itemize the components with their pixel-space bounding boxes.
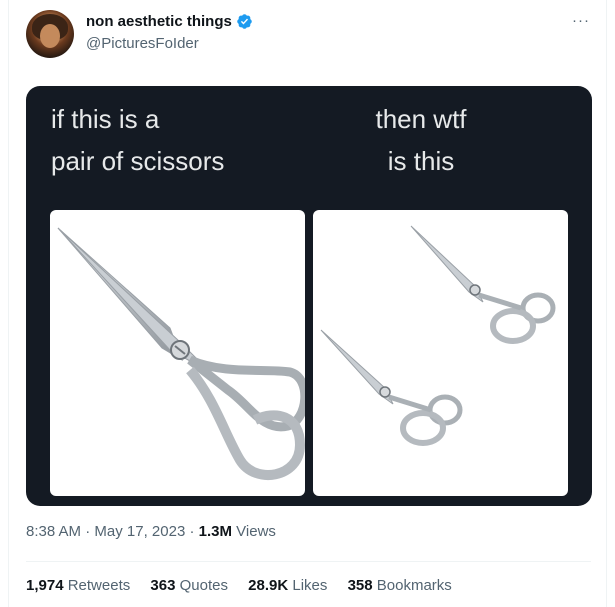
stat-label: Bookmarks (376, 577, 452, 594)
media-caption-left: if this is a pair of scissors (51, 98, 291, 182)
author-name[interactable]: non aesthetic things (86, 13, 232, 30)
scissors-image-pair (313, 210, 568, 496)
tweet-meta: 8:38 AM · May 17, 2023 · 1.3M Views (26, 523, 276, 540)
author-handle[interactable]: @PicturesFoIder (86, 35, 199, 52)
stat-retweets[interactable]: 1,974 Retweets (26, 577, 130, 594)
tweet: non aesthetic things @PicturesFoIder ···… (0, 0, 615, 607)
meta-separator: · (85, 523, 95, 540)
left-border (8, 0, 9, 607)
views-count: 1.3M (198, 523, 232, 540)
meta-separator: · (189, 523, 199, 540)
two-scissors-icon (320, 225, 556, 446)
caption-right-line-1: then wtf (375, 104, 467, 134)
scissors-image-large (50, 210, 305, 496)
caption-left-line-1: if this is a (51, 104, 160, 134)
stat-quotes[interactable]: 363 Quotes (150, 577, 228, 594)
stat-label: Retweets (67, 577, 131, 594)
avatar[interactable] (26, 10, 74, 58)
more-dots-icon[interactable]: ··· (570, 13, 592, 28)
stat-count: 363 (150, 577, 176, 594)
views-label: Views (236, 523, 276, 540)
caption-left-line-2: pair of scissors (51, 146, 225, 176)
avatar-face (40, 24, 60, 48)
stat-likes[interactable]: 28.9K Likes (248, 577, 327, 594)
right-border (606, 0, 607, 607)
stat-label: Quotes (179, 577, 228, 594)
stat-count: 28.9K (248, 577, 289, 594)
caption-right-line-2: is this (387, 146, 455, 176)
media-caption-right: then wtf is this (356, 98, 486, 182)
tweet-time[interactable]: 8:38 AM (26, 523, 81, 540)
stat-count: 358 (347, 577, 373, 594)
tweet-date[interactable]: May 17, 2023 (94, 523, 185, 540)
stat-label: Likes (292, 577, 328, 594)
divider (26, 561, 591, 562)
verified-badge-icon (237, 14, 252, 29)
stat-bookmarks[interactable]: 358 Bookmarks (348, 577, 452, 594)
large-scissors-icon (57, 227, 305, 480)
stat-count: 1,974 (26, 577, 64, 594)
tweet-media[interactable]: if this is a pair of scissors then wtf i… (26, 86, 592, 506)
engagement-stats: 1,974 Retweets 363 Quotes 28.9K Likes 35… (26, 577, 468, 594)
